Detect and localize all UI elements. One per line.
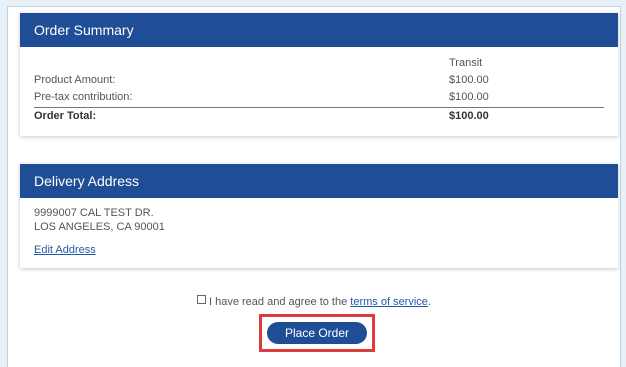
delivery-address-title: Delivery Address bbox=[20, 164, 618, 198]
delivery-address-card: Delivery Address 9999007 CAL TEST DR. LO… bbox=[20, 164, 618, 268]
agreement-period: . bbox=[427, 296, 431, 308]
transit-column-header: Transit bbox=[449, 57, 483, 69]
summary-row-value: $100.00 bbox=[449, 74, 489, 86]
summary-row-product-amount: Product Amount: $100.00 bbox=[34, 74, 604, 89]
place-order-highlight: Place Order bbox=[259, 314, 375, 352]
order-total-value: $100.00 bbox=[449, 110, 489, 122]
address-line-1: 9999007 CAL TEST DR. bbox=[34, 207, 154, 219]
place-order-button[interactable]: Place Order bbox=[267, 322, 367, 344]
terms-of-service-link[interactable]: terms of service bbox=[350, 296, 428, 308]
summary-row-order-total: Order Total: $100.00 bbox=[34, 110, 604, 125]
order-summary-title: Order Summary bbox=[20, 13, 618, 47]
total-divider bbox=[34, 107, 604, 108]
order-total-label: Order Total: bbox=[34, 110, 97, 122]
order-summary-card: Order Summary Transit Product Amount: $1… bbox=[20, 13, 618, 136]
order-summary-body: Transit Product Amount: $100.00 Pre-tax … bbox=[20, 47, 618, 136]
delivery-address-body: 9999007 CAL TEST DR. LOS ANGELES, CA 900… bbox=[20, 198, 618, 268]
terms-agreement: I have read and agree to the terms of se… bbox=[8, 295, 620, 308]
summary-row-label: Product Amount: bbox=[34, 74, 116, 86]
agree-checkbox[interactable] bbox=[197, 295, 206, 304]
agreement-text: I have read and agree to the bbox=[209, 296, 351, 308]
page-content: Order Summary Transit Product Amount: $1… bbox=[7, 6, 621, 367]
address-line-2: LOS ANGELES, CA 90001 bbox=[34, 221, 165, 233]
edit-address-link[interactable]: Edit Address bbox=[34, 244, 96, 256]
summary-row-pretax-contribution: Pre-tax contribution: $100.00 bbox=[34, 91, 604, 106]
summary-row-label: Pre-tax contribution: bbox=[34, 91, 133, 103]
summary-row-value: $100.00 bbox=[449, 91, 489, 103]
